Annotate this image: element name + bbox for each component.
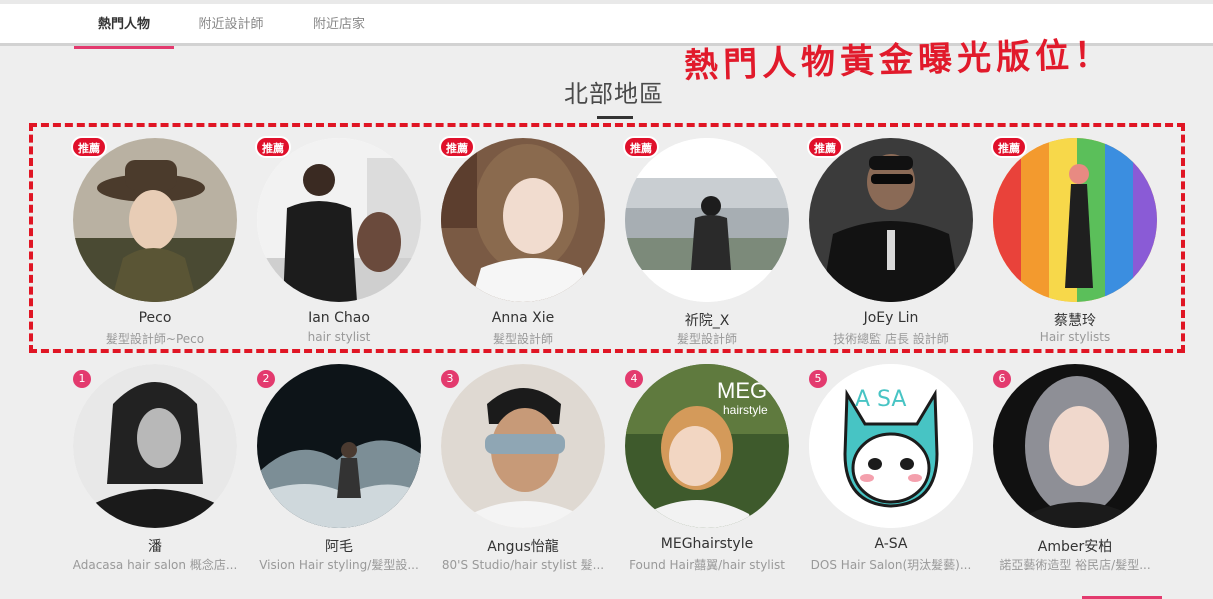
person-name: JoEy Lin bbox=[863, 310, 919, 326]
person-name: A-SA bbox=[874, 536, 908, 552]
person-name: Angus怡龍 bbox=[487, 539, 559, 555]
person-subtitle: 髮型設計師 bbox=[492, 332, 553, 346]
recommended-badge: 推薦 bbox=[623, 136, 659, 158]
avatar[interactable] bbox=[441, 138, 605, 302]
avatar[interactable] bbox=[441, 364, 605, 528]
person-subtitle: 80'S Studio/hair stylist 髮... bbox=[441, 558, 605, 572]
tab-label: 熱門人物 bbox=[97, 17, 150, 32]
rank-badge: 4 bbox=[625, 370, 643, 388]
person-subtitle: 諾亞藝術造型 裕民店/髮型... bbox=[999, 558, 1151, 572]
avatar[interactable] bbox=[993, 364, 1157, 528]
avatar[interactable]: A SA bbox=[809, 364, 973, 528]
recommended-badge: 推薦 bbox=[991, 136, 1027, 158]
recommended-badge: 推薦 bbox=[255, 136, 291, 158]
recommended-badge: 推薦 bbox=[439, 136, 475, 158]
avatar[interactable] bbox=[809, 138, 973, 302]
rank-badge: 6 bbox=[993, 370, 1011, 388]
person-name: 蔡慧玲 bbox=[1054, 313, 1096, 329]
person-name: Anna Xie bbox=[491, 310, 555, 326]
active-tab-indicator bbox=[74, 46, 174, 49]
tab-nearby-stores[interactable]: 附近店家 bbox=[296, 4, 382, 46]
person-subtitle: hair stylist bbox=[307, 330, 371, 344]
person-name: Peco bbox=[138, 310, 172, 326]
person-subtitle: Vision Hair styling/髮型設... bbox=[259, 558, 419, 572]
person-subtitle: 髮型設計師~Peco bbox=[105, 332, 205, 346]
avatar[interactable] bbox=[625, 138, 789, 302]
tab-label: 附近店家 bbox=[312, 17, 365, 32]
person-subtitle: Adacasa hair salon 概念店... bbox=[72, 558, 238, 572]
person-name: Amber安柏 bbox=[1037, 539, 1113, 555]
person-subtitle: Found Hair囍翼/hair stylist bbox=[629, 558, 785, 572]
rank-badge: 5 bbox=[809, 370, 827, 388]
person-name: 祈院_X bbox=[684, 313, 730, 329]
meg-logo-subtext: hairstyle bbox=[723, 403, 768, 417]
person-name: 阿毛 bbox=[325, 539, 353, 555]
person-subtitle: DOS Hair Salon(玥汰髮藝)... bbox=[810, 558, 972, 572]
avatar[interactable] bbox=[257, 138, 421, 302]
rank-badge: 2 bbox=[257, 370, 275, 388]
avatar[interactable] bbox=[73, 138, 237, 302]
meg-logo-text: MEG bbox=[717, 378, 767, 403]
tab-label: 附近設計師 bbox=[198, 17, 264, 32]
person-name: MEGhairstyle bbox=[660, 536, 754, 552]
region-title-underline bbox=[597, 116, 633, 119]
tab-nearby-designers[interactable]: 附近設計師 bbox=[183, 4, 279, 46]
person-subtitle: Hair stylists bbox=[1039, 330, 1111, 344]
avatar[interactable] bbox=[993, 138, 1157, 302]
asa-art-text: A SA bbox=[855, 387, 906, 412]
rank-badge: 1 bbox=[73, 370, 91, 388]
person-subtitle: 技術總監 店長 設計師 bbox=[833, 332, 949, 346]
person-name: Ian Chao bbox=[308, 310, 370, 326]
avatar[interactable] bbox=[257, 364, 421, 528]
avatar[interactable]: MEG hairstyle bbox=[625, 364, 789, 528]
recommended-badge: 推薦 bbox=[71, 136, 107, 158]
person-name: 潘 bbox=[148, 539, 162, 555]
rank-badge: 3 bbox=[441, 370, 459, 388]
avatar[interactable] bbox=[73, 364, 237, 528]
tab-popular-people[interactable]: 熱門人物 bbox=[74, 4, 174, 49]
recommended-badge: 推薦 bbox=[807, 136, 843, 158]
person-subtitle: 髮型設計師 bbox=[676, 332, 737, 346]
region-title: 北部地區 bbox=[564, 80, 664, 108]
